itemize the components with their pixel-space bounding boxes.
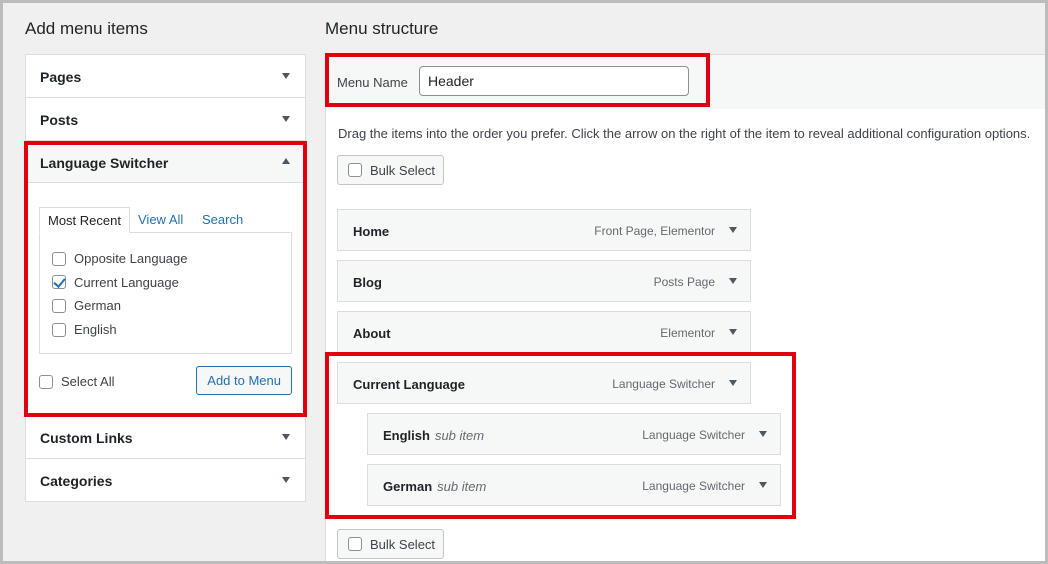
- add-menu-items-title: Add menu items: [25, 19, 148, 38]
- panel-footer: Select All Add to Menu: [39, 366, 292, 396]
- tab-bar: Most Recent View All Search: [39, 207, 292, 233]
- accordion-label: Custom Links: [40, 430, 133, 446]
- menu-item-english[interactable]: English sub item Language Switcher: [367, 413, 781, 455]
- option-label: German: [74, 298, 121, 314]
- accordion-section-posts: Posts: [26, 98, 305, 141]
- menu-item-german[interactable]: German sub item Language Switcher: [367, 464, 781, 506]
- accordion-section-categories: Categories: [26, 459, 305, 501]
- language-switcher-panel: Most Recent View All Search Opposite Lan…: [26, 183, 305, 415]
- menu-structure-body: Drag the items into the order you prefer…: [325, 109, 1045, 561]
- menus-screen: Add menu items Menu structure Pages Post…: [3, 3, 1045, 561]
- list-item[interactable]: German: [52, 294, 279, 318]
- accordion-header-posts[interactable]: Posts: [26, 98, 305, 140]
- menu-item-title-text: About: [353, 326, 391, 341]
- sub-item-label: sub item: [437, 479, 487, 494]
- select-all-label: Select All: [61, 374, 115, 389]
- accordion-header-custom-links[interactable]: Custom Links: [26, 416, 305, 458]
- accordion-label: Posts: [40, 112, 79, 128]
- accordion-section-language-switcher: Language Switcher Most Recent View All S…: [26, 141, 305, 416]
- menu-item-title: Home: [353, 224, 389, 239]
- most-recent-list: Opposite Language Current Language Germa…: [39, 232, 292, 354]
- option-label: Current Language: [74, 274, 179, 290]
- add-to-menu-button[interactable]: Add to Menu: [196, 366, 292, 395]
- accordion-section-pages: Pages: [26, 55, 305, 98]
- bulk-select-checkbox[interactable]: [348, 163, 362, 177]
- bulk-select-checkbox[interactable]: [348, 537, 362, 551]
- checkbox[interactable]: [52, 322, 66, 337]
- tab-most-recent[interactable]: Most Recent: [39, 207, 130, 233]
- menu-item-title: English sub item: [383, 428, 484, 443]
- list-item[interactable]: Opposite Language: [52, 247, 279, 271]
- menu-item-type: Posts Page: [653, 275, 715, 289]
- option-label: English: [74, 322, 117, 338]
- menu-item-about[interactable]: About Elementor: [337, 311, 751, 353]
- accordion-header-language-switcher[interactable]: Language Switcher: [26, 141, 305, 183]
- arrow-down-icon: [282, 116, 290, 122]
- arrow-down-icon[interactable]: [729, 380, 737, 386]
- accordion-label: Language Switcher: [40, 155, 169, 171]
- menu-name-label: Menu Name: [337, 75, 408, 90]
- menu-item-type: Front Page, Elementor: [594, 224, 715, 238]
- menu-name-bar: Menu Name: [325, 54, 1045, 110]
- menu-item-title-text: German: [383, 479, 433, 494]
- tab-view-all[interactable]: View All: [130, 207, 191, 233]
- arrow-down-icon: [282, 73, 290, 79]
- accordion-label: Pages: [40, 69, 82, 85]
- menu-item-title-text: Home: [353, 224, 390, 239]
- arrow-down-icon: [282, 477, 290, 483]
- accordion-label: Categories: [40, 473, 113, 489]
- drag-instructions: Drag the items into the order you prefer…: [338, 126, 1031, 141]
- menu-item-title: Blog: [353, 275, 382, 290]
- arrow-down-icon[interactable]: [729, 227, 737, 233]
- menu-item-home[interactable]: Home Front Page, Elementor: [337, 209, 751, 251]
- menu-item-title: German sub item: [383, 479, 486, 494]
- menu-item-title-text: English: [383, 428, 430, 443]
- select-all-checkbox[interactable]: [39, 374, 53, 389]
- menu-item-title: About: [353, 326, 391, 341]
- list-item[interactable]: Current Language: [52, 271, 279, 295]
- menu-item-type: Language Switcher: [642, 479, 745, 493]
- menu-item-blog[interactable]: Blog Posts Page: [337, 260, 751, 302]
- select-all-control[interactable]: Select All: [39, 374, 114, 389]
- accordion-header-categories[interactable]: Categories: [26, 459, 305, 501]
- arrow-down-icon[interactable]: [759, 431, 767, 437]
- menu-item-title-text: Current Language: [353, 377, 465, 392]
- tab-search[interactable]: Search: [194, 207, 251, 233]
- option-label: Opposite Language: [74, 251, 188, 267]
- add-menu-items-accordion: Pages Posts Language Switcher Most Recen…: [25, 54, 306, 502]
- bulk-select-button-bottom[interactable]: Bulk Select: [337, 529, 444, 559]
- arrow-down-icon[interactable]: [759, 482, 767, 488]
- checkbox[interactable]: [52, 275, 66, 290]
- checkbox[interactable]: [52, 251, 66, 266]
- menu-item-title: Current Language: [353, 377, 465, 392]
- arrow-up-icon: [282, 158, 290, 164]
- bulk-select-label: Bulk Select: [370, 162, 436, 178]
- checkmark-icon: [53, 275, 66, 289]
- menu-item-current-language[interactable]: Current Language Language Switcher: [337, 362, 751, 404]
- accordion-header-pages[interactable]: Pages: [26, 55, 305, 97]
- checkbox[interactable]: [52, 298, 66, 313]
- menu-item-type: Language Switcher: [642, 428, 745, 442]
- menu-item-type: Language Switcher: [612, 377, 715, 391]
- sub-item-label: sub item: [434, 428, 485, 443]
- menu-item-type: Elementor: [660, 326, 715, 340]
- bulk-select-button[interactable]: Bulk Select: [337, 155, 444, 185]
- arrow-down-icon[interactable]: [729, 329, 737, 335]
- arrow-down-icon[interactable]: [729, 278, 737, 284]
- menu-name-input[interactable]: [419, 66, 689, 96]
- accordion-section-custom-links: Custom Links: [26, 416, 305, 459]
- bulk-select-label: Bulk Select: [370, 536, 436, 552]
- menu-item-title-text: Blog: [353, 275, 382, 290]
- list-item[interactable]: English: [52, 318, 279, 342]
- arrow-down-icon: [282, 434, 290, 440]
- menu-structure-title: Menu structure: [325, 19, 439, 38]
